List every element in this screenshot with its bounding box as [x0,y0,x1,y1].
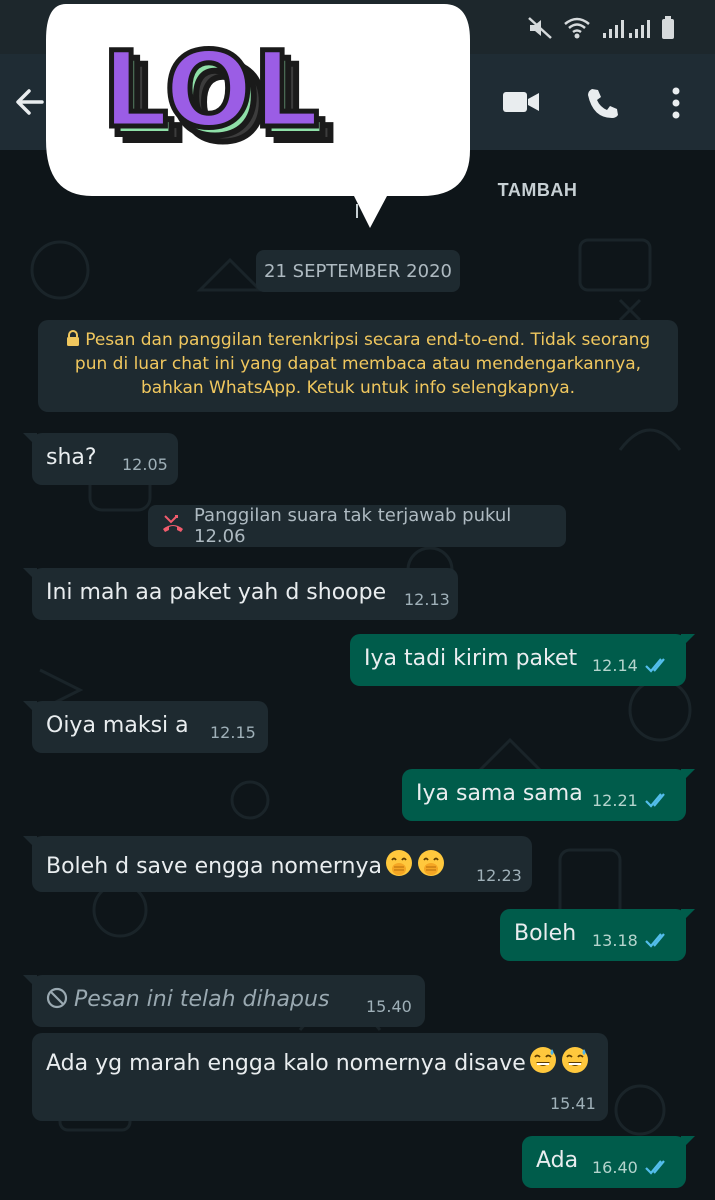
message-content: Pesan ini telah dihapus [46,987,329,1012]
signal-icon [601,17,651,39]
lol-sticker: LOL LOL LOL [42,0,472,232]
message-time: 12.13 [404,590,450,609]
message-text: sha? [46,445,97,470]
hand-over-mouth-face-icon [385,850,412,876]
encryption-text: Pesan dan panggilan terenkripsi secara e… [74,330,651,398]
encryption-notice[interactable]: Pesan dan panggilan terenkripsi secara e… [38,320,678,412]
video-call-icon[interactable] [500,84,542,120]
message-time: 16.40 [592,1158,638,1177]
message-time: 12.05 [122,455,168,474]
missed-call-text: Panggilan suara tak terjawab pukul 12.06 [194,505,512,547]
message-content: Ada yg marah engga kalo nomernya disave [46,1045,590,1076]
double-check-icon [645,933,665,948]
message-text: Boleh d save engga nomernya [46,854,382,879]
message-bubble[interactable]: Iya tadi kirim paket 12.14 [350,634,695,686]
message-bubble[interactable]: Ini mah aa paket yah d shoope 12.13 [23,568,458,620]
wifi-icon [563,17,591,39]
message-bubble[interactable]: Boleh 13.18 [500,909,695,961]
deleted-icon [46,987,68,1009]
message-bubble[interactable]: Ada yg marah engga kalo nomernya disave … [32,1033,608,1121]
hand-over-mouth-face-icon [417,850,444,876]
message-time: 12.15 [210,723,256,742]
message-text: Ada [536,1148,579,1173]
message-bubble[interactable]: Pesan ini telah dihapus 15.40 [23,975,425,1027]
message-bubble[interactable]: Ada 16.40 [522,1136,695,1188]
sweat-smile-face-icon [561,1047,588,1073]
lock-icon [66,330,85,350]
message-bubble[interactable]: Boleh d save engga nomernya 12.23 [23,836,532,892]
message-time: 12.21 [592,791,638,810]
text-cursor [356,204,358,218]
message-text: Ada yg marah engga kalo nomernya disave [46,1051,526,1076]
sweat-smile-face-icon [529,1047,556,1073]
sticker-text: LOL [102,29,319,151]
message-text: Iya sama sama [416,781,583,806]
double-check-icon [645,658,665,673]
message-bubble[interactable]: sha? 12.05 [23,433,178,485]
voice-call-icon[interactable] [583,84,621,122]
add-contact-button[interactable]: TAMBAH [470,180,605,210]
message-text: Oiya maksi a [46,713,189,738]
message-bubble[interactable]: Oiya maksi a 12.15 [23,701,268,753]
message-text: Ini mah aa paket yah d shoope [46,580,387,605]
double-check-icon [645,793,665,808]
double-check-icon [645,1160,665,1175]
message-time: 13.18 [592,931,638,950]
message-text: Boleh [514,921,577,946]
more-options-icon[interactable] [664,84,688,122]
message-time: 15.41 [550,1094,596,1113]
missed-call-notice[interactable]: Panggilan suara tak terjawab pukul 12.06 [148,505,566,547]
message-content: Boleh d save engga nomernya [46,848,446,879]
missed-call-icon [162,514,184,539]
message-time: 12.23 [476,866,522,885]
message-time: 12.14 [592,656,638,675]
battery-icon [661,16,675,40]
message-bubble[interactable]: Iya sama sama 12.21 [402,769,695,821]
mute-icon [527,16,553,40]
deleted-message-text: Pesan ini telah dihapus [74,987,330,1012]
message-time: 15.40 [366,997,412,1016]
message-text: Iya tadi kirim paket [364,646,578,671]
date-separator: 21 SEPTEMBER 2020 [256,250,460,292]
